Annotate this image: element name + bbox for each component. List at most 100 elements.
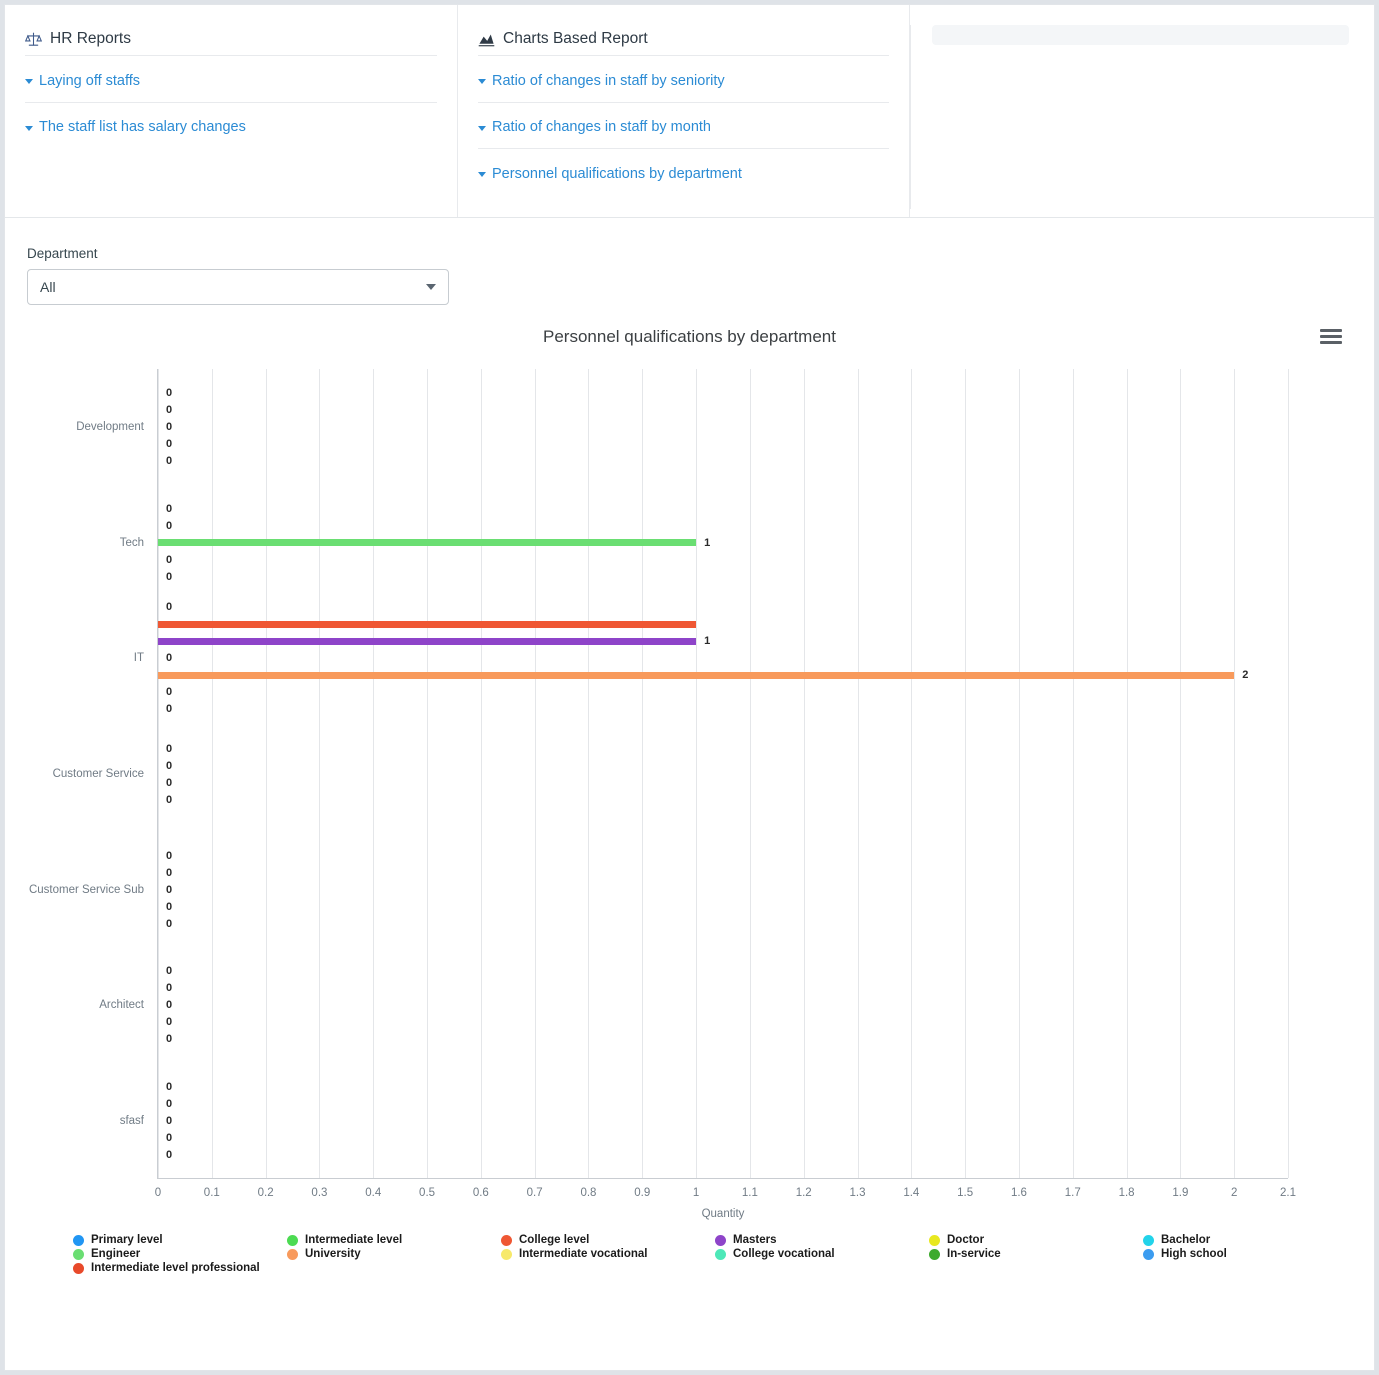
report-link-row: Personnel qualifications by department bbox=[478, 148, 889, 195]
legend-item-label: High school bbox=[1161, 1248, 1227, 1260]
legend-item[interactable]: Engineer bbox=[73, 1247, 287, 1261]
report-link-laying-off-staffs[interactable]: Laying off staffs bbox=[25, 73, 140, 89]
legend-color-dot bbox=[501, 1234, 512, 1246]
chart-bar-value-label: 0 bbox=[166, 1081, 173, 1094]
report-link-staff-list-salary-changes[interactable]: The staff list has salary changes bbox=[25, 119, 246, 135]
chart-title: Personnel qualifications by department bbox=[543, 327, 836, 346]
chart-bar-value-label: 0 bbox=[166, 900, 173, 913]
chart-gridline bbox=[1288, 369, 1289, 1178]
legend-column: Masters College vocational bbox=[715, 1233, 929, 1260]
legend-item[interactable]: High school bbox=[1143, 1247, 1357, 1261]
legend-item[interactable]: Bachelor bbox=[1143, 1233, 1357, 1247]
report-link-ratio-changes-seniority[interactable]: Ratio of changes in staff by seniority bbox=[478, 73, 725, 89]
panel-hr-reports-title: HR Reports bbox=[50, 30, 131, 47]
legend-color-dot bbox=[715, 1248, 726, 1260]
report-link-ratio-changes-month[interactable]: Ratio of changes in staff by month bbox=[478, 119, 711, 135]
chart-bar-value-label: 0 bbox=[166, 849, 173, 862]
chart-bar[interactable] bbox=[158, 620, 697, 628]
placeholder-bar bbox=[932, 25, 1349, 45]
chart-xtick-label: 1.4 bbox=[903, 1187, 920, 1199]
legend-column: College level Intermediate vocational bbox=[501, 1233, 715, 1260]
legend-item[interactable]: Masters bbox=[715, 1233, 929, 1247]
legend-column: Intermediate level University bbox=[287, 1233, 501, 1260]
legend-item-label: In-service bbox=[947, 1248, 1001, 1260]
report-link-label: Ratio of changes in staff by seniority bbox=[492, 72, 725, 89]
panel-hr-reports-header: HR Reports bbox=[5, 5, 457, 55]
legend-item-label: Bachelor bbox=[1161, 1234, 1211, 1246]
legend-item[interactable]: Doctor bbox=[929, 1233, 1143, 1247]
legend-item[interactable]: College vocational bbox=[715, 1247, 929, 1261]
chart-bar-value-label: 0 bbox=[166, 502, 173, 515]
chart-ytick-label: IT bbox=[133, 652, 144, 665]
report-link-personnel-qualifications[interactable]: Personnel qualifications by department bbox=[478, 166, 742, 182]
chart-bar-value-label: 0 bbox=[166, 883, 173, 896]
chart-bar[interactable] bbox=[158, 539, 697, 547]
panel-hr-reports-body: Laying off staffs The staff list has sal… bbox=[5, 55, 457, 148]
legend-item[interactable]: Intermediate level professional bbox=[73, 1261, 287, 1275]
chart-xtick-label: 1.2 bbox=[795, 1187, 812, 1199]
chart-xtick-label: 1.7 bbox=[1064, 1187, 1081, 1199]
chart-bar-value-label: 0 bbox=[166, 601, 173, 614]
report-link-row: Laying off staffs bbox=[25, 55, 437, 102]
chart-bar-value-label: 0 bbox=[166, 454, 173, 467]
panel-charts-based-report-body: Ratio of changes in staff by seniority R… bbox=[458, 55, 909, 195]
chart-gridline bbox=[1234, 369, 1236, 1178]
chart-bar[interactable] bbox=[158, 637, 697, 645]
legend-item[interactable]: Intermediate level bbox=[287, 1233, 501, 1247]
chevron-down-icon bbox=[478, 172, 486, 177]
legend-color-dot bbox=[287, 1234, 298, 1246]
chart-bar-value-label: 0 bbox=[166, 1098, 173, 1111]
chart-bar-value-label: 0 bbox=[166, 519, 173, 532]
chart-xtick-label: 0.8 bbox=[580, 1187, 597, 1199]
chart-bar-value-label: 0 bbox=[166, 386, 173, 399]
chart-xtick-label: 2.1 bbox=[1280, 1187, 1296, 1199]
department-select-value: All bbox=[40, 279, 56, 295]
chart-gridline bbox=[427, 369, 429, 1178]
panel-empty bbox=[909, 5, 1371, 217]
chart-gridline bbox=[1072, 369, 1074, 1178]
chart-gridline bbox=[1180, 369, 1182, 1178]
chart-xtick-label: 0.3 bbox=[311, 1187, 328, 1199]
chart-bar-value-label: 1 bbox=[704, 536, 711, 549]
chart-gridline bbox=[1126, 369, 1128, 1178]
chart-ytick-label: Customer Service Sub bbox=[28, 883, 144, 896]
hamburger-menu-icon[interactable] bbox=[1320, 329, 1342, 344]
legend-item-label: College vocational bbox=[733, 1248, 835, 1260]
chart-bar[interactable] bbox=[158, 671, 1235, 679]
chart-xtick-label: 0.2 bbox=[257, 1187, 274, 1199]
chart-gridline bbox=[588, 369, 590, 1178]
panel-charts-based-report: Charts Based Report Ratio of changes in … bbox=[457, 5, 909, 217]
legend-item[interactable]: College level bbox=[501, 1233, 715, 1247]
chevron-down-icon bbox=[426, 284, 436, 290]
chart-xtick-label: 1.6 bbox=[1010, 1187, 1027, 1199]
legend-color-dot bbox=[929, 1248, 940, 1260]
legend-item-label: Intermediate vocational bbox=[519, 1248, 648, 1260]
legend-item[interactable]: Primary level bbox=[73, 1233, 287, 1247]
chart-plot-area: Quantity 0 0.1 0.2 0.3 0.4 0.5 0.6 0.7 0.8 0.9 1 1.… bbox=[29, 369, 1296, 1220]
legend-item-label: Intermediate level bbox=[305, 1234, 403, 1246]
legend-color-dot bbox=[73, 1234, 84, 1246]
chart-xtick-label: 1.8 bbox=[1118, 1187, 1135, 1199]
chart-gridline bbox=[265, 369, 267, 1178]
chart-bar-value-label: 0 bbox=[166, 1149, 173, 1162]
chart-bar-value-label: 0 bbox=[166, 866, 173, 879]
legend-item[interactable]: In-service bbox=[929, 1247, 1143, 1261]
chart-bar-value-label: 0 bbox=[166, 1115, 173, 1128]
report-link-row: The staff list has salary changes bbox=[25, 101, 437, 149]
chart-gridline bbox=[211, 369, 213, 1178]
chevron-down-icon bbox=[25, 79, 33, 84]
legend-item[interactable]: University bbox=[287, 1247, 501, 1261]
chart-ytick-label: sfasf bbox=[119, 1115, 144, 1128]
legend-color-dot bbox=[1143, 1248, 1154, 1260]
department-select[interactable]: All bbox=[27, 269, 449, 305]
legend-item[interactable]: Intermediate vocational bbox=[501, 1247, 715, 1261]
legend-item-label: Masters bbox=[733, 1234, 777, 1246]
chart-bar-value-label: 0 bbox=[166, 652, 173, 665]
chart-xtick-label: 0.5 bbox=[419, 1187, 436, 1199]
chart-gridline bbox=[158, 369, 159, 1178]
filter-zone: Department All bbox=[5, 218, 1374, 305]
chart-xtick-label: 1.3 bbox=[849, 1187, 866, 1199]
chart-xtick-label: 0.7 bbox=[526, 1187, 543, 1199]
chart-container: Personnel qualifications by department Q… bbox=[5, 321, 1374, 1274]
chart-bar-value-label: 0 bbox=[166, 1016, 173, 1029]
